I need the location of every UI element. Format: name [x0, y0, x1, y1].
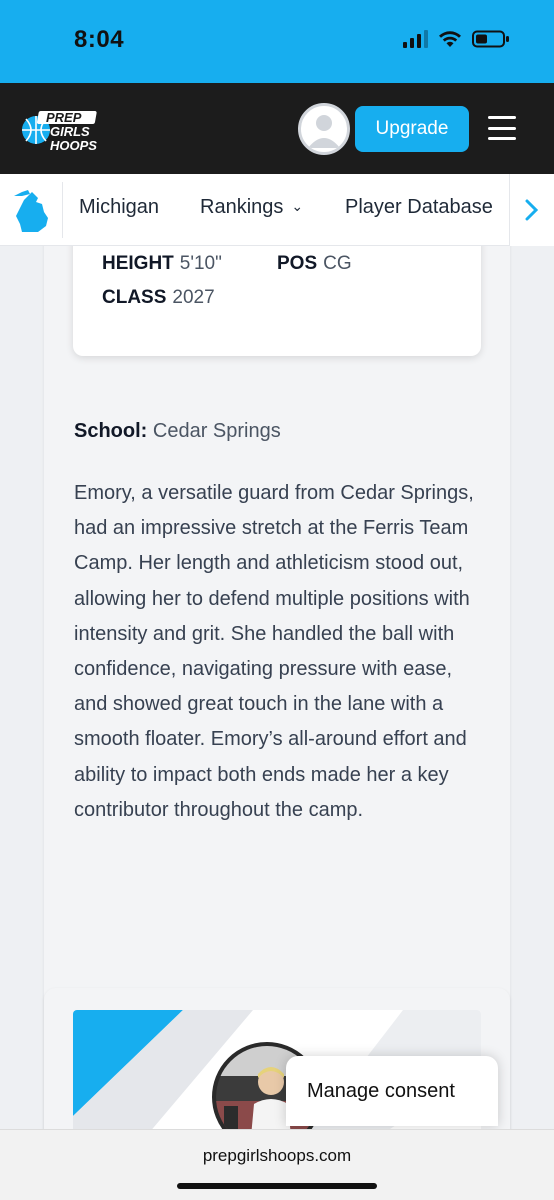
- school-value: Cedar Springs: [152, 420, 281, 442]
- nav-scroll-right-button[interactable]: [509, 174, 554, 246]
- section-nav: Michigan Rankings ⌄ Player Database: [0, 174, 554, 246]
- chevron-right-icon: [525, 199, 539, 221]
- position-stat: POS CG: [277, 253, 352, 275]
- status-icons: [403, 30, 510, 48]
- nav-item-player-database[interactable]: Player Database: [345, 196, 493, 219]
- school-label: School:: [74, 420, 148, 442]
- nav-item-rankings[interactable]: Rankings ⌄: [200, 196, 303, 219]
- status-time: 8:04: [74, 26, 125, 53]
- browser-address-bar[interactable]: prepgirlshoops.com: [0, 1129, 554, 1200]
- wifi-icon: [439, 31, 461, 47]
- user-avatar[interactable]: [298, 103, 350, 155]
- manage-consent-button[interactable]: Manage consent: [286, 1056, 498, 1126]
- upgrade-button[interactable]: Upgrade: [355, 106, 469, 152]
- status-bar: 8:04: [0, 0, 554, 83]
- cellular-signal-icon: [403, 30, 428, 48]
- battery-icon: [472, 30, 509, 48]
- logo-line3: HOOPS: [50, 138, 97, 153]
- player-bio: Emory, a versatile guard from Cedar Spri…: [74, 482, 474, 821]
- school-info: School: Cedar Springs: [74, 420, 281, 443]
- prep-girls-hoops-logo[interactable]: PREP GIRLS HOOPS: [20, 105, 110, 155]
- logo-line2: GIRLS: [50, 124, 90, 139]
- class-stat: CLASS 2027: [102, 287, 215, 309]
- nav-item-michigan[interactable]: Michigan: [79, 196, 159, 219]
- michigan-state-icon[interactable]: [12, 188, 54, 234]
- user-silhouette-icon: [308, 115, 340, 148]
- position-label: POS: [277, 253, 318, 274]
- nav-item-rankings-label: Rankings: [200, 196, 284, 218]
- height-label: HEIGHT: [102, 253, 174, 274]
- logo-line1: PREP: [46, 110, 82, 125]
- chevron-down-icon: ⌄: [291, 198, 304, 214]
- height-value: 5'10": [179, 253, 222, 274]
- url-text: prepgirlshoops.com: [202, 1146, 352, 1165]
- menu-icon[interactable]: [488, 116, 516, 140]
- position-value: CG: [323, 253, 352, 274]
- class-label: CLASS: [102, 287, 167, 308]
- class-value: 2027: [172, 287, 215, 308]
- nav-divider: [62, 182, 63, 238]
- main-content: HEIGHT 5'10" POS CG CLASS 2027 School: Ceda…: [0, 246, 554, 1129]
- site-header: PREP GIRLS HOOPS: [0, 83, 554, 174]
- home-indicator[interactable]: [177, 1183, 377, 1189]
- height-stat: HEIGHT 5'10": [102, 253, 222, 275]
